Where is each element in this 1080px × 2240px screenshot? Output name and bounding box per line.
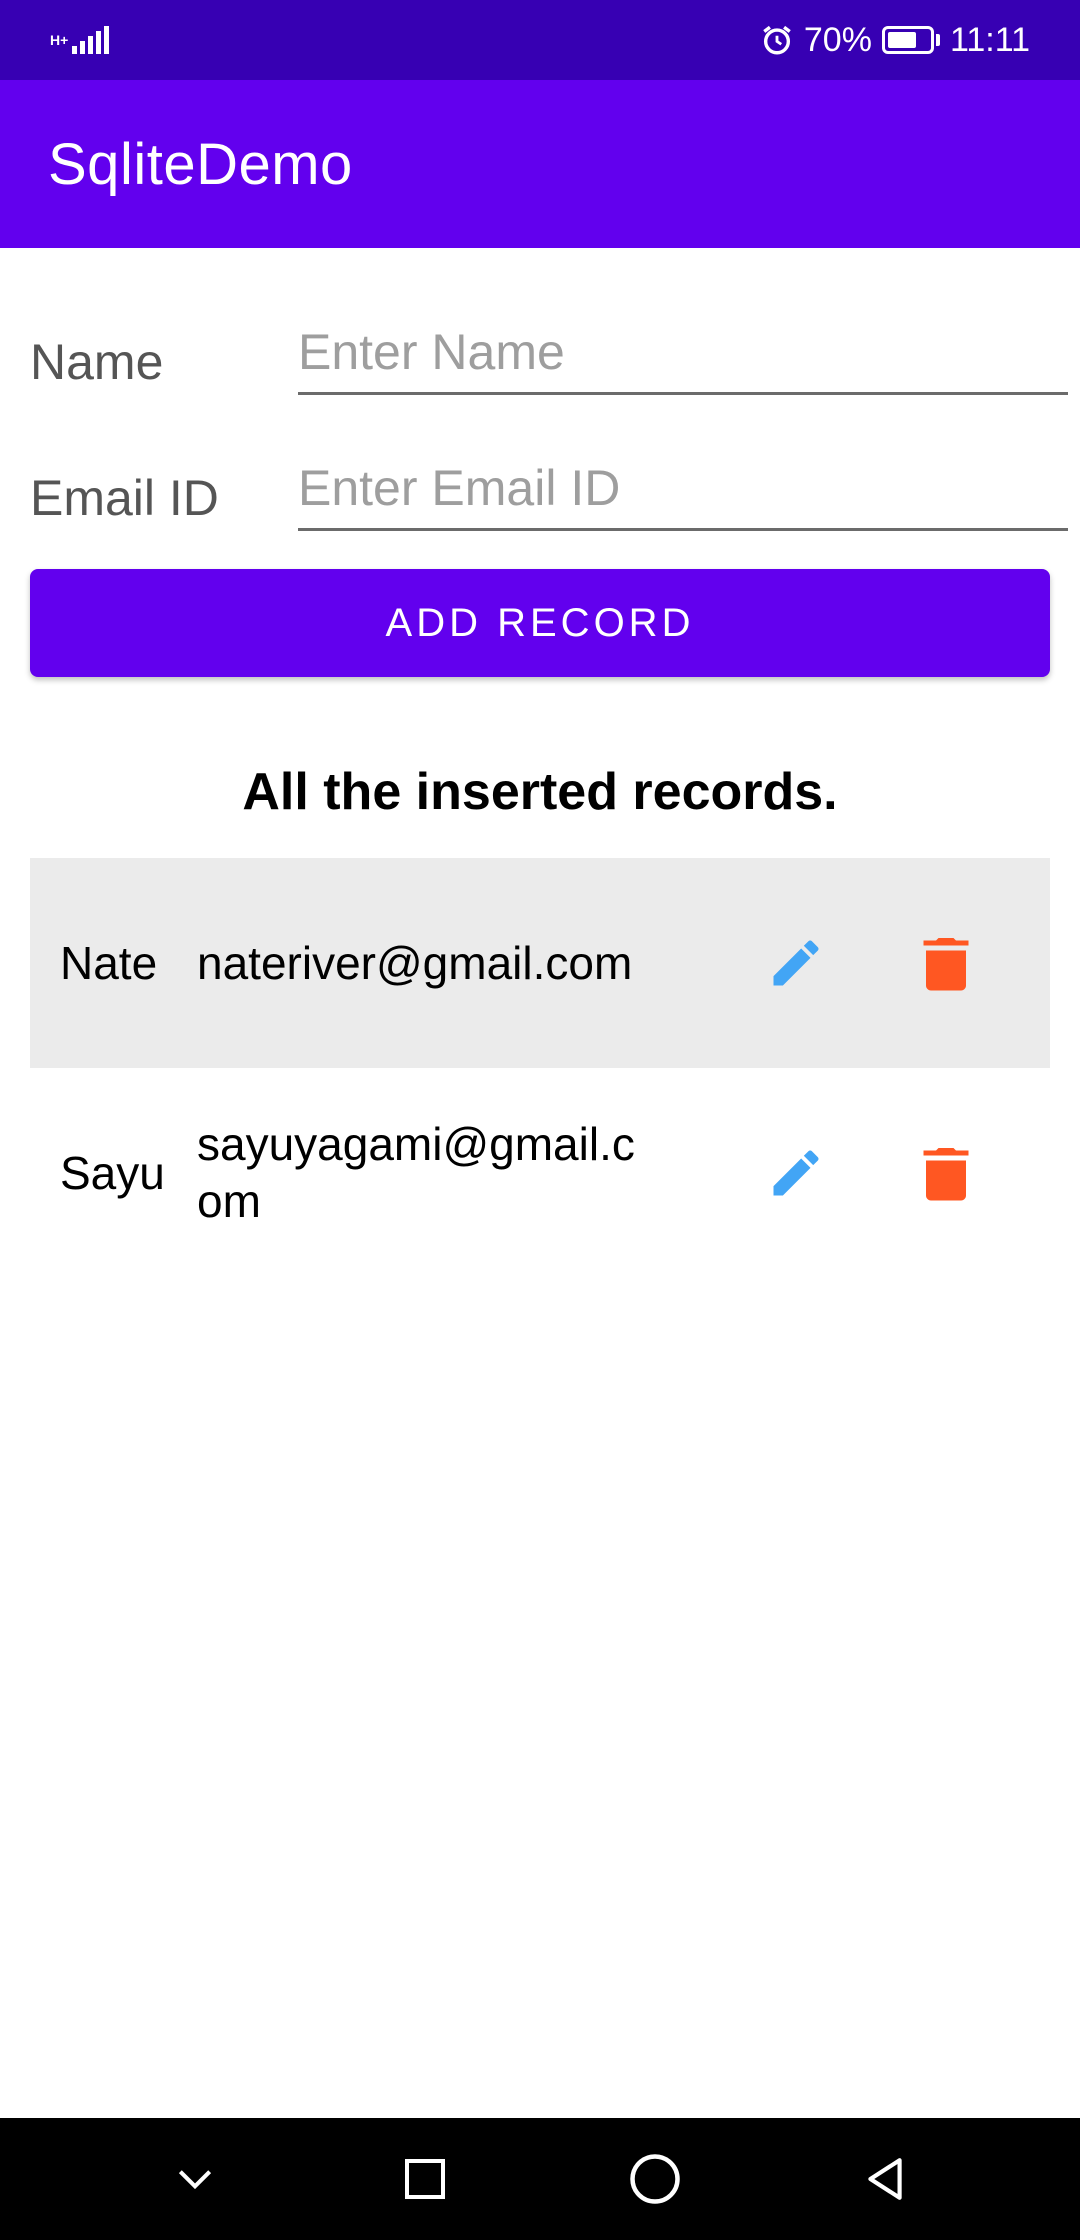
name-input[interactable] <box>298 311 1068 395</box>
email-input[interactable] <box>298 447 1068 531</box>
email-label: Email ID <box>30 470 219 526</box>
record-name: Nate <box>60 937 158 989</box>
battery-percent: 70% <box>803 20 872 59</box>
edit-icon[interactable] <box>766 933 826 993</box>
list-item: Sayu sayuyagami@gmail.com <box>30 1068 1050 1278</box>
delete-icon[interactable] <box>921 933 971 993</box>
navigation-bar <box>0 2118 1080 2240</box>
clock: 11:11 <box>949 20 1030 59</box>
status-bar: H+ 70% 11:11 <box>0 0 1080 80</box>
recents-icon[interactable] <box>385 2139 465 2219</box>
network-type: H+ <box>50 32 69 48</box>
app-title: SqliteDemo <box>48 131 353 197</box>
signal-icon <box>72 26 110 54</box>
add-record-button[interactable]: ADD RECORD <box>30 569 1050 677</box>
name-row: Name <box>30 303 1068 413</box>
record-email: nateriver@gmail.com <box>197 936 633 989</box>
back-icon[interactable] <box>845 2139 925 2219</box>
collapse-icon[interactable] <box>155 2139 235 2219</box>
record-email: sayuyagami@gmail.com <box>197 1118 635 1227</box>
list-item: Nate nateriver@gmail.com <box>30 858 1050 1068</box>
edit-icon[interactable] <box>766 1143 826 1203</box>
records-list: Nate nateriver@gmail.com Sayu sayuyagami… <box>30 858 1050 1278</box>
delete-icon[interactable] <box>921 1143 971 1203</box>
name-label: Name <box>30 334 164 390</box>
alarm-icon <box>763 25 791 55</box>
records-heading: All the inserted records. <box>242 763 838 821</box>
battery-icon <box>881 26 940 54</box>
email-row: Email ID <box>30 439 1068 549</box>
record-name: Sayu <box>60 1147 165 1199</box>
home-icon[interactable] <box>615 2139 695 2219</box>
screen: H+ 70% 11:11 SqliteDemo Name Enter Name … <box>0 0 1080 2240</box>
status-right: 70% 11:11 <box>760 21 1030 60</box>
app-bar: SqliteDemo <box>0 80 1080 248</box>
status-left: H+ <box>50 26 110 54</box>
